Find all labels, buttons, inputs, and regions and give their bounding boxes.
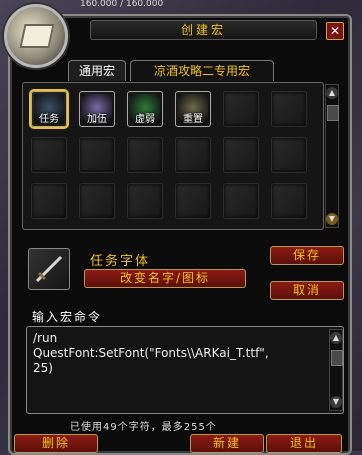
macro-slot[interactable] — [271, 91, 307, 127]
macro-slot[interactable] — [175, 137, 211, 173]
status-readout: 160.000 / 160.000 — [80, 0, 164, 8]
scroll-down-icon[interactable]: ▼ — [330, 396, 342, 408]
scroll-down-icon[interactable]: ▼ — [326, 213, 338, 225]
macro-slot[interactable] — [127, 137, 163, 173]
macro-text[interactable]: /run QuestFont:SetFont("Fonts\\ARKai_T.t… — [33, 331, 323, 376]
tab-character[interactable]: 凉酒攻略二专用宏 — [130, 60, 274, 81]
macro-portrait-icon — [4, 4, 68, 68]
macro-slot[interactable]: 重置 — [175, 91, 211, 127]
delete-button[interactable]: 删除 — [14, 434, 98, 453]
macro-slot[interactable] — [127, 183, 163, 219]
window-title: 创建宏 — [90, 20, 317, 40]
macro-slot-label: 任务 — [39, 114, 59, 125]
macro-slot-label: 重置 — [183, 114, 203, 125]
macro-slot[interactable] — [223, 183, 259, 219]
scroll-up-icon[interactable]: ▲ — [326, 87, 338, 99]
scroll-up-icon[interactable]: ▲ — [330, 332, 342, 344]
macro-slot-label: 加伍 — [87, 114, 107, 125]
macro-slot[interactable] — [31, 137, 67, 173]
char-count: 已使用49个字符，最多255个 — [70, 422, 217, 433]
macro-slot[interactable] — [223, 137, 259, 173]
macro-slot[interactable] — [79, 137, 115, 173]
macro-text-field[interactable]: /run QuestFont:SetFont("Fonts\\ARKai_T.t… — [26, 326, 344, 414]
macro-detail-area: 任务字体 改变名字/图标 保存 取消 输入宏命令 /run QuestFont:… — [22, 234, 352, 414]
macro-slot[interactable]: 虚弱 — [127, 91, 163, 127]
macro-slot[interactable] — [223, 91, 259, 127]
new-button[interactable]: 新建 — [190, 434, 264, 453]
scroll-thumb[interactable] — [327, 105, 339, 121]
macro-slot-label: 虚弱 — [135, 114, 155, 125]
macro-grid: 任务 加伍 虚弱 重置 — [22, 82, 324, 230]
grid-scrollbar[interactable]: ▲ ▼ — [325, 84, 339, 228]
macro-slot[interactable] — [31, 183, 67, 219]
macro-name: 任务字体 — [90, 254, 151, 269]
macro-slot[interactable] — [271, 183, 307, 219]
close-icon: ✕ — [329, 24, 341, 38]
macro-slot[interactable] — [175, 183, 211, 219]
close-button[interactable]: ✕ — [326, 22, 344, 40]
selected-macro-icon[interactable] — [28, 248, 70, 290]
macro-slot[interactable] — [79, 183, 115, 219]
change-name-icon-button[interactable]: 改变名字/图标 — [84, 269, 246, 288]
scroll-thumb[interactable] — [331, 350, 343, 366]
exit-button[interactable]: 退出 — [266, 434, 342, 453]
macro-slot[interactable]: 任务 — [31, 91, 67, 127]
editbox-scrollbar[interactable]: ▲ ▼ — [329, 329, 343, 411]
macro-slot[interactable] — [271, 137, 307, 173]
macro-slot[interactable]: 加伍 — [79, 91, 115, 127]
create-macro-window: 创建宏 ✕ 通用宏 凉酒攻略二专用宏 任务 加伍 虚弱 重置 ▲ ▼ 任务字体 改变名… — [4, 4, 352, 455]
dagger-icon — [35, 255, 63, 283]
tab-general[interactable]: 通用宏 — [68, 60, 126, 81]
edit-label: 输入宏命令 — [32, 310, 103, 324]
save-button[interactable]: 保存 — [270, 246, 344, 265]
cancel-button[interactable]: 取消 — [270, 281, 344, 300]
